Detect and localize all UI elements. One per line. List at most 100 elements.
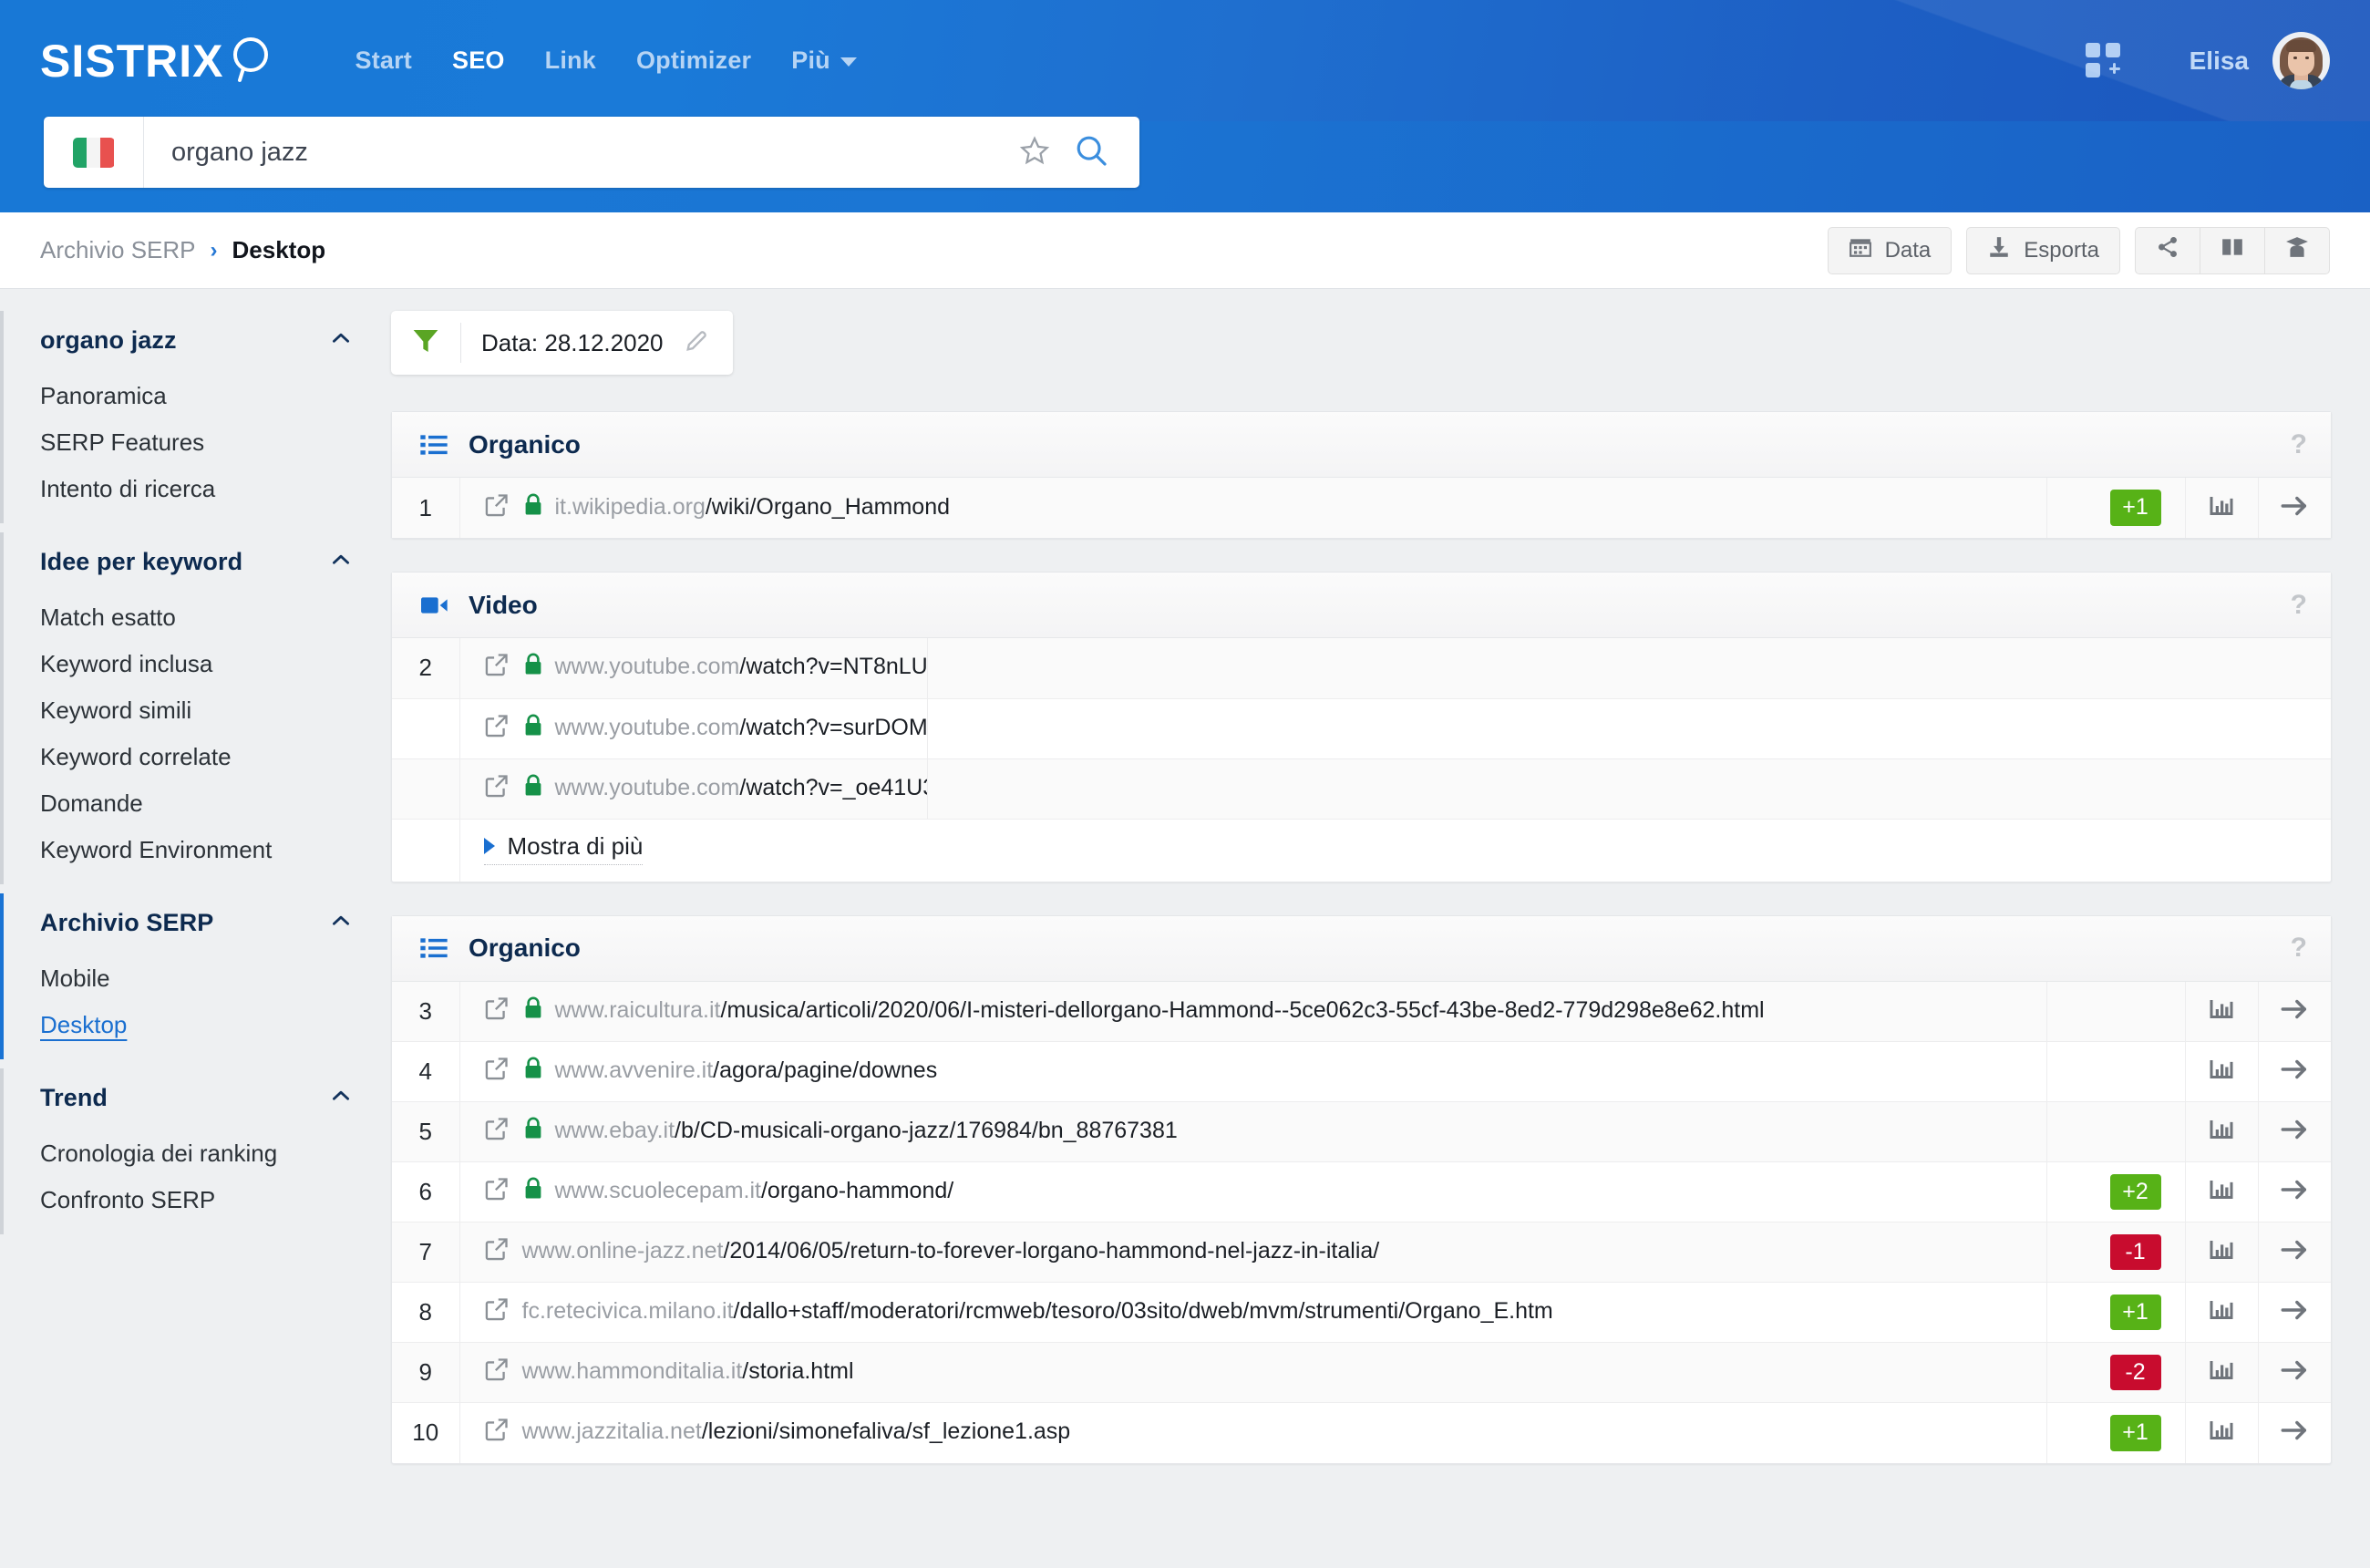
table-row[interactable]: 4 www.avvenire.it/agora/pagine/downes xyxy=(392,1041,2331,1102)
grid-plus-icon[interactable] xyxy=(2085,42,2122,79)
user-name[interactable]: Elisa xyxy=(2190,46,2249,76)
external-link-icon[interactable] xyxy=(484,1116,510,1148)
chevron-up-icon[interactable] xyxy=(329,1084,353,1112)
nav-item-piu[interactable]: Più xyxy=(771,46,877,75)
history-chart-button[interactable] xyxy=(2184,478,2258,538)
result-url-cell[interactable]: fc.retecivica.milano.it/dallo+staff/mode… xyxy=(459,1282,2046,1343)
external-link-icon[interactable] xyxy=(484,492,510,524)
table-row[interactable]: 3 www.raicultura.it/musica/articoli/2020/… xyxy=(392,981,2331,1042)
sidebar-item-intento-di-ricerca[interactable]: Intento di ricerca xyxy=(4,466,378,512)
external-link-icon[interactable] xyxy=(484,1296,510,1328)
show-more-button[interactable]: Mostra di più xyxy=(483,832,644,865)
table-row[interactable]: www.youtube.com/watch?v=_oe41U3z8DI xyxy=(392,758,2331,820)
academy-button[interactable] xyxy=(2265,226,2330,274)
history-chart-button[interactable] xyxy=(2184,981,2258,1042)
search-input[interactable]: organo jazz xyxy=(144,138,1019,168)
sidebar-item-mobile[interactable]: Mobile xyxy=(4,955,378,1002)
open-detail-button[interactable] xyxy=(2257,1282,2331,1343)
book-button[interactable] xyxy=(2200,226,2265,274)
result-url-cell[interactable]: www.youtube.com/watch?v=surDOMWIg80 xyxy=(459,698,928,759)
help-icon[interactable]: ? xyxy=(2291,933,2307,964)
table-row[interactable]: 1 it.wikipedia.org/wiki/Organo_Hammond +1 xyxy=(392,478,2331,538)
search-icon[interactable] xyxy=(1074,133,1108,172)
external-link-icon[interactable] xyxy=(484,773,510,805)
sidebar-item-domande[interactable]: Domande xyxy=(4,780,378,827)
external-link-icon[interactable] xyxy=(484,713,510,745)
open-detail-button[interactable] xyxy=(2257,1041,2331,1102)
sidebar-item-cronologia-dei-ranking[interactable]: Cronologia dei ranking xyxy=(4,1130,378,1177)
star-icon[interactable] xyxy=(1019,135,1050,170)
table-row[interactable]: 7 www.online-jazz.net/2014/06/05/return-t… xyxy=(392,1222,2331,1283)
table-row[interactable]: 6 www.scuolecepam.it/organo-hammond/+2 xyxy=(392,1161,2331,1222)
sidebar-item-confronto-serp[interactable]: Confronto SERP xyxy=(4,1177,378,1223)
country-selector[interactable] xyxy=(44,117,144,188)
history-chart-button[interactable] xyxy=(2184,1041,2258,1102)
chevron-up-icon[interactable] xyxy=(329,909,353,937)
nav-item-link[interactable]: Link xyxy=(525,46,616,75)
chevron-up-icon[interactable] xyxy=(329,548,353,576)
sidebar-item-match-esatto[interactable]: Match esatto xyxy=(4,594,378,641)
external-link-icon[interactable] xyxy=(484,1236,510,1268)
share-button[interactable] xyxy=(2135,226,2200,274)
sidebar-group-header[interactable]: Archivio SERP xyxy=(0,893,378,952)
result-url-cell[interactable]: it.wikipedia.org/wiki/Organo_Hammond xyxy=(459,478,2046,538)
sidebar-group-header[interactable]: Idee per keyword xyxy=(0,532,378,591)
history-chart-button[interactable] xyxy=(2184,1222,2258,1283)
open-detail-button[interactable] xyxy=(2257,1101,2331,1162)
history-chart-button[interactable] xyxy=(2184,1402,2258,1463)
table-row[interactable]: 2www.youtube.com/watch?v=NT8nLUI5eXM xyxy=(392,638,2331,699)
open-detail-button[interactable] xyxy=(2257,478,2331,538)
open-detail-button[interactable] xyxy=(2257,1161,2331,1222)
nav-item-optimizer[interactable]: Optimizer xyxy=(616,46,771,75)
export-button[interactable]: Esporta xyxy=(1966,226,2120,274)
open-detail-button[interactable] xyxy=(2257,981,2331,1042)
result-url-cell[interactable]: www.youtube.com/watch?v=NT8nLUI5eXM xyxy=(459,638,928,699)
history-chart-button[interactable] xyxy=(2184,1342,2258,1403)
sidebar-item-desktop[interactable]: Desktop xyxy=(4,1002,378,1048)
open-detail-button[interactable] xyxy=(2257,1222,2331,1283)
history-chart-button[interactable] xyxy=(2184,1282,2258,1343)
external-link-icon[interactable] xyxy=(484,995,510,1027)
result-url-cell[interactable]: www.raicultura.it/musica/articoli/2020/0… xyxy=(459,981,2046,1042)
result-url-cell[interactable]: www.hammonditalia.it/storia.html xyxy=(459,1342,2046,1403)
table-row[interactable]: 5 www.ebay.it/b/CD-musicali-organo-jazz/1… xyxy=(392,1101,2331,1162)
help-icon[interactable]: ? xyxy=(2291,590,2307,621)
sidebar-item-keyword-inclusa[interactable]: Keyword inclusa xyxy=(4,641,378,687)
history-chart-button[interactable] xyxy=(2184,1101,2258,1162)
help-icon[interactable]: ? xyxy=(2291,429,2307,460)
table-row[interactable]: 8 fc.retecivica.milano.it/dallo+staff/mod… xyxy=(392,1282,2331,1343)
table-row[interactable]: 10 www.jazzitalia.net/lezioni/simonefaliv… xyxy=(392,1402,2331,1463)
breadcrumb-parent[interactable]: Archivio SERP xyxy=(40,236,196,264)
sidebar-group-header[interactable]: Trend xyxy=(0,1068,378,1127)
sidebar-item-panoramica[interactable]: Panoramica xyxy=(4,373,378,419)
chevron-up-icon[interactable] xyxy=(329,326,353,355)
date-filter-chip[interactable]: Data: 28.12.2020 xyxy=(391,311,733,375)
open-detail-button[interactable] xyxy=(2257,1342,2331,1403)
avatar[interactable] xyxy=(2272,32,2330,89)
sidebar-item-keyword-correlate[interactable]: Keyword correlate xyxy=(4,734,378,780)
result-url-cell[interactable]: www.jazzitalia.net/lezioni/simonefaliva/… xyxy=(459,1403,2046,1463)
result-url-cell[interactable]: www.youtube.com/watch?v=_oe41U3z8DI xyxy=(459,758,928,820)
table-row[interactable]: 9 www.hammonditalia.it/storia.html -2 xyxy=(392,1342,2331,1403)
open-detail-button[interactable] xyxy=(2257,1402,2331,1463)
result-url-cell[interactable]: www.scuolecepam.it/organo-hammond/ xyxy=(459,1161,2046,1222)
result-url-cell[interactable]: www.online-jazz.net/2014/06/05/return-to… xyxy=(459,1222,2046,1283)
result-url-cell[interactable]: www.ebay.it/b/CD-musicali-organo-jazz/17… xyxy=(459,1101,2046,1162)
pencil-icon[interactable] xyxy=(684,328,709,358)
external-link-icon[interactable] xyxy=(484,1056,510,1088)
external-link-icon[interactable] xyxy=(484,652,510,684)
date-button[interactable]: Data xyxy=(1827,226,1953,274)
sidebar-group-header[interactable]: organo jazz xyxy=(0,311,378,369)
nav-item-seo[interactable]: SEO xyxy=(432,46,525,75)
external-link-icon[interactable] xyxy=(484,1357,510,1388)
sistrix-logo[interactable]: SISTRIX xyxy=(40,33,278,88)
history-chart-button[interactable] xyxy=(2184,1161,2258,1222)
nav-item-start[interactable]: Start xyxy=(335,46,432,75)
table-row[interactable]: www.youtube.com/watch?v=surDOMWIg80 xyxy=(392,698,2331,759)
external-link-icon[interactable] xyxy=(484,1176,510,1208)
external-link-icon[interactable] xyxy=(484,1417,510,1449)
sidebar-item-serp-features[interactable]: SERP Features xyxy=(4,419,378,466)
sidebar-item-keyword-simili[interactable]: Keyword simili xyxy=(4,687,378,734)
sidebar-item-keyword-environment[interactable]: Keyword Environment xyxy=(4,827,378,873)
result-url-cell[interactable]: www.avvenire.it/agora/pagine/downes xyxy=(459,1041,2046,1102)
